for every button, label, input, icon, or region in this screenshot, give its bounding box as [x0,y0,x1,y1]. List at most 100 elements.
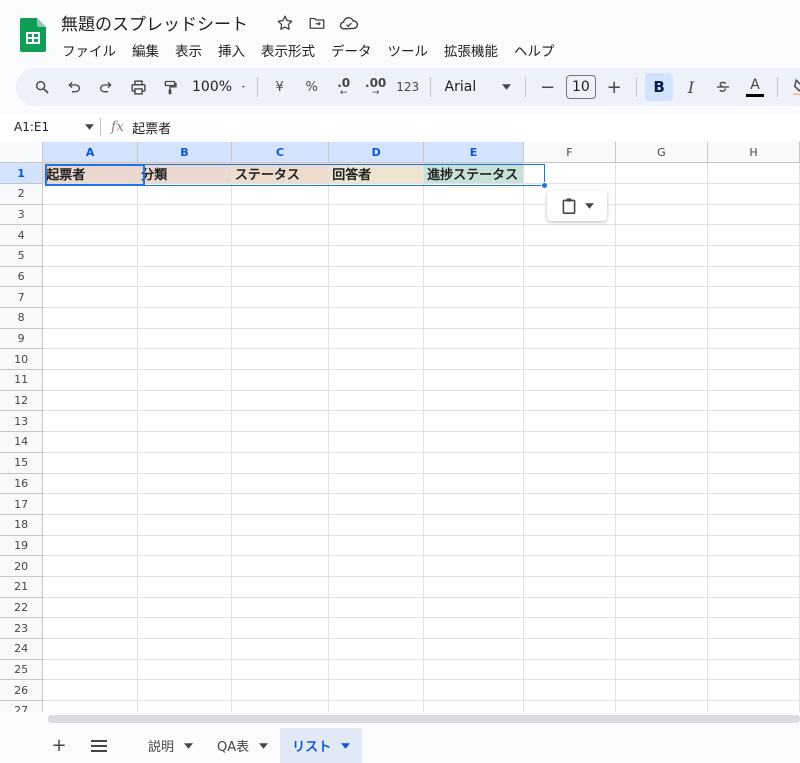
cell[interactable] [42,473,139,495]
cell[interactable] [328,390,425,412]
cell[interactable] [328,266,425,288]
cell[interactable] [707,493,800,515]
cell[interactable] [707,245,800,267]
column-header-a[interactable]: A [42,142,139,164]
cell[interactable] [523,679,616,702]
cell[interactable] [42,266,139,288]
menu-extensions[interactable]: 拡張機能 [436,38,506,62]
cell[interactable] [523,473,616,495]
cell[interactable] [707,700,800,712]
row-header[interactable]: 5 [0,245,44,267]
cell[interactable] [137,617,232,639]
cell[interactable] [328,328,425,350]
cell[interactable] [42,204,139,226]
cell-b1[interactable]: 分類 [137,162,232,184]
cell[interactable] [231,597,330,619]
cell[interactable] [707,576,800,598]
column-header-e[interactable]: E [423,142,524,164]
cell[interactable] [328,307,425,329]
cell[interactable] [523,493,616,515]
cell[interactable] [523,369,616,391]
cell[interactable] [423,204,524,226]
cell[interactable] [231,224,330,246]
cell[interactable] [328,431,425,453]
cell[interactable] [615,700,708,712]
cell[interactable] [137,535,232,557]
search-icon[interactable] [28,73,56,101]
row-header[interactable]: 3 [0,204,44,226]
cell[interactable] [328,700,425,712]
cell-a1[interactable]: 起票者 [42,162,139,184]
cell[interactable] [707,369,800,391]
cell[interactable] [523,266,616,288]
cell[interactable] [707,307,800,329]
strikethrough-icon[interactable] [709,73,737,101]
cell[interactable] [615,224,708,246]
cell[interactable] [615,183,708,205]
cell[interactable] [707,390,800,412]
cell[interactable] [328,369,425,391]
cell[interactable] [231,369,330,391]
cell[interactable] [615,473,708,495]
cell[interactable] [615,555,708,577]
cell[interactable] [523,286,616,308]
spreadsheet-grid[interactable]: A B C D E F G H 1 起票者 分類 ステータス 回答者 進捗ステー… [0,142,800,712]
cell[interactable] [42,555,139,577]
cell[interactable] [707,679,800,702]
column-header-d[interactable]: D [328,142,425,164]
cell[interactable] [423,307,524,329]
move-folder-icon[interactable] [306,12,328,34]
cell[interactable] [523,535,616,557]
paint-format-icon[interactable] [156,73,184,101]
cell[interactable] [707,204,800,226]
cell[interactable] [423,286,524,308]
cell[interactable] [42,514,139,536]
column-header-c[interactable]: C [231,142,330,164]
cell[interactable] [42,245,139,267]
cell[interactable] [523,162,616,184]
cell[interactable] [42,224,139,246]
zoom-select[interactable]: 100% [188,73,249,101]
cell[interactable] [328,245,425,267]
cell[interactable] [42,452,139,474]
cell[interactable] [523,514,616,536]
cell[interactable] [328,617,425,639]
row-header[interactable]: 11 [0,369,44,391]
cell[interactable] [423,452,524,474]
row-header[interactable]: 17 [0,493,44,515]
row-header[interactable]: 12 [0,390,44,412]
cell[interactable] [523,307,616,329]
cell[interactable] [137,452,232,474]
font-size-increase-button[interactable]: + [600,73,628,101]
select-all-corner[interactable] [0,142,44,164]
cell-e1[interactable]: 進捗ステータス [423,162,524,184]
cell[interactable] [523,617,616,639]
cell[interactable] [137,328,232,350]
cell[interactable] [231,266,330,288]
cloud-saved-icon[interactable] [338,12,360,34]
cell[interactable] [523,597,616,619]
row-header[interactable]: 14 [0,431,44,453]
cell[interactable] [615,431,708,453]
cell[interactable] [231,452,330,474]
row-header[interactable]: 27 [0,700,44,712]
cell[interactable] [42,576,139,598]
cell[interactable] [423,679,524,702]
cell[interactable] [42,328,139,350]
cell[interactable] [231,555,330,577]
cell[interactable] [615,286,708,308]
cell[interactable] [42,369,139,391]
font-select[interactable]: Arial [439,73,517,101]
cell[interactable] [137,286,232,308]
font-size-input[interactable]: 10 [565,75,597,99]
cell[interactable] [423,659,524,681]
menu-edit[interactable]: 編集 [124,38,167,62]
cell[interactable] [707,597,800,619]
cell[interactable] [615,576,708,598]
cell[interactable] [42,493,139,515]
cell[interactable] [231,307,330,329]
cell[interactable] [42,410,139,433]
cell[interactable] [523,700,616,712]
row-header[interactable]: 4 [0,224,44,246]
cell[interactable] [423,266,524,288]
